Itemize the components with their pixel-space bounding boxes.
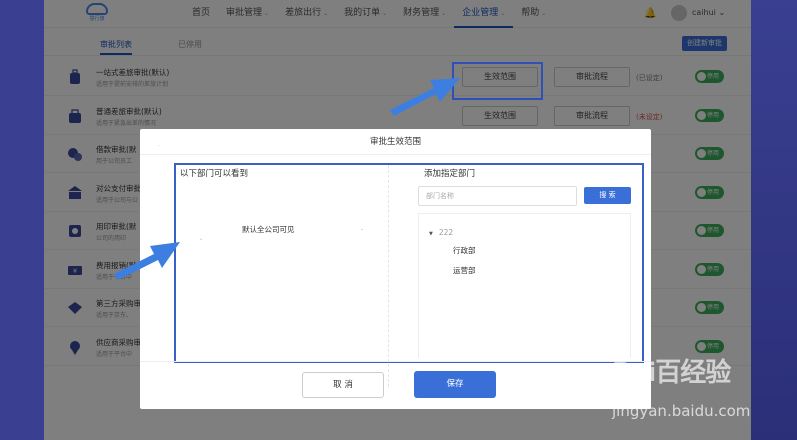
dialog-title: 审批生效范围 xyxy=(140,129,651,155)
scope-button-highlight xyxy=(452,62,543,100)
add-department-heading: 添加指定部门 xyxy=(424,169,476,179)
department-search-input[interactable] xyxy=(418,186,577,206)
scope-dialog: 审批生效范围 . 以下部门可以看到 、 默认全公司可见 - 添加指定部门 搜 索… xyxy=(140,129,651,409)
dialog-title-dot: . xyxy=(158,141,160,148)
left-background xyxy=(0,0,44,440)
watermark-url: jingyan.baidu.com xyxy=(612,402,751,420)
arrow-annotation-top xyxy=(390,78,460,116)
panel-divider xyxy=(388,165,389,387)
baidu-watermark: Bai百经验 jingyan.baidu.com xyxy=(612,352,762,432)
left-mark-2: - xyxy=(361,226,364,233)
tree-node-operations[interactable]: 运营部 xyxy=(453,265,476,276)
watermark-logo: Bai百经验 xyxy=(612,358,731,388)
tree-root-label: 222 xyxy=(438,228,454,237)
save-button[interactable]: 保存 xyxy=(414,371,496,398)
tree-node-admin[interactable]: 行政部 xyxy=(453,245,476,256)
visible-departments-heading: 以下部门可以看到 xyxy=(180,169,249,179)
search-button[interactable]: 搜 索 xyxy=(584,187,631,204)
tree-node-root[interactable]: ▼ 222 xyxy=(429,228,453,237)
cancel-button[interactable]: 取 消 xyxy=(302,372,384,398)
arrow-annotation-left xyxy=(114,242,180,280)
caret-down-icon[interactable]: ▼ xyxy=(429,231,433,237)
department-tree: ▼ 222 行政部 运营部 xyxy=(418,213,631,358)
dialog-footer: 取 消 保存 xyxy=(140,361,651,409)
left-mark: 、 xyxy=(200,235,207,242)
visible-departments-value: 默认全公司可见 xyxy=(242,225,295,234)
